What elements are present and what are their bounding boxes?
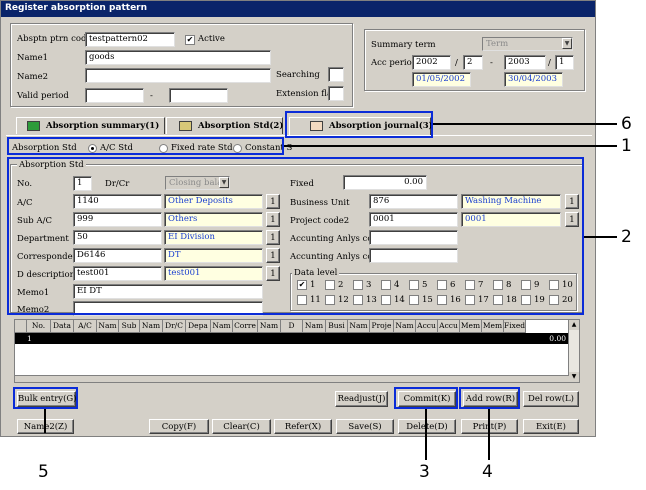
- scroll-down-icon[interactable]: ▼: [569, 372, 579, 382]
- tab-label: Absorption summary(1): [46, 121, 160, 131]
- highlight-commit: [394, 387, 458, 409]
- horizontal-scrollbar[interactable]: [15, 375, 569, 382]
- callout-line-6: [433, 123, 617, 125]
- chevron-down-icon[interactable]: ▼: [562, 38, 572, 49]
- grid-column-header[interactable]: Nam: [303, 320, 326, 333]
- callout-line-3: [425, 409, 427, 460]
- grid-column-header[interactable]: Busi: [326, 320, 348, 333]
- copy-button[interactable]: Copy(F): [149, 419, 209, 434]
- grid-corner: [15, 320, 27, 333]
- from-year-input[interactable]: 2002: [412, 55, 451, 70]
- callout-line-1: [284, 145, 617, 147]
- active-label: Active: [198, 34, 225, 44]
- grid-column-header[interactable]: Nam: [394, 320, 416, 333]
- grid-column-header[interactable]: No.: [27, 320, 51, 333]
- grid-column-header[interactable]: Corre: [233, 320, 258, 333]
- summary-term-select[interactable]: Term: [482, 37, 573, 51]
- grid-column-header[interactable]: Nam: [348, 320, 370, 333]
- callout-1: 1: [621, 136, 632, 156]
- table-row[interactable]: 1 0.00: [15, 333, 569, 344]
- scroll-up-icon[interactable]: ▲: [569, 320, 579, 330]
- callout-line-2: [584, 236, 617, 238]
- highlight-journal-tab: [285, 111, 433, 138]
- grid-column-header[interactable]: Mem: [460, 320, 482, 333]
- refer-button[interactable]: Refer(X): [274, 419, 332, 434]
- valid-sep: -: [150, 91, 153, 101]
- readjust-button[interactable]: Readjust(J): [335, 391, 388, 407]
- grid-column-header[interactable]: Data: [51, 320, 74, 333]
- row-fixed: 0.00: [549, 334, 566, 343]
- name1-label: Name1: [17, 53, 49, 63]
- period-sep: -: [490, 58, 493, 68]
- summary-term-label: Summary term: [371, 40, 436, 50]
- to-slash: /: [548, 58, 551, 68]
- vertical-scrollbar[interactable]: ▲ ▼: [568, 320, 579, 382]
- highlight-bulk-entry: [13, 387, 78, 409]
- grid-column-header[interactable]: A/C: [74, 320, 97, 333]
- from-date-display: 01/05/2002: [412, 72, 471, 87]
- grid-header: No. Data A/C Nam Sub Nam Dr/C Depa Nam Corre Nam D N…: [15, 320, 526, 333]
- book-icon: [27, 120, 40, 131]
- searching-input[interactable]: [328, 67, 344, 82]
- active-checkbox[interactable]: ✔: [185, 35, 195, 45]
- tab-absorption-summary[interactable]: Absorption summary(1): [16, 117, 165, 134]
- ptn-code-label: Absptn ptrn code: [17, 34, 92, 44]
- grid-column-header[interactable]: Nam: [140, 320, 163, 333]
- to-month-input[interactable]: 1: [555, 55, 574, 70]
- name1-input[interactable]: goods: [85, 50, 271, 65]
- callout-4: 4: [482, 462, 493, 482]
- searching-label: Searching: [276, 70, 320, 80]
- highlight-add-row: [459, 387, 520, 409]
- window-title: Register absorption pattern: [1, 1, 595, 17]
- save-button[interactable]: Save(S): [336, 419, 394, 434]
- delete-button[interactable]: Delete(D): [398, 419, 456, 434]
- grid-column-header[interactable]: Dr/C: [163, 320, 186, 333]
- from-month-input[interactable]: 2: [463, 55, 483, 70]
- tab-absorption-std[interactable]: Absorption Std(2): [166, 117, 283, 134]
- journal-grid[interactable]: No. Data A/C Nam Sub Nam Dr/C Depa Nam Corre Nam D N…: [14, 319, 580, 383]
- callout-6: 6: [621, 114, 632, 134]
- tab-label: Absorption Std(2): [198, 121, 284, 131]
- grid-column-header[interactable]: Nam: [97, 320, 119, 333]
- grid-column-header[interactable]: Fixed: [504, 320, 526, 333]
- valid-period-label: Valid period: [17, 91, 69, 101]
- from-slash: /: [455, 58, 458, 68]
- grid-column-header[interactable]: Accu: [438, 320, 460, 333]
- acc-period-label: Acc period: [371, 58, 418, 68]
- callout-line-4: [488, 409, 490, 460]
- grid-column-header[interactable]: Sub: [119, 320, 140, 333]
- exit-button[interactable]: Exit(E): [523, 419, 579, 434]
- del-row-button[interactable]: Del row(L): [523, 391, 579, 407]
- grid-column-header[interactable]: Nam: [258, 320, 281, 333]
- callout-line-5: [44, 409, 46, 433]
- grid-column-header[interactable]: Nam: [211, 320, 233, 333]
- callout-3: 3: [419, 462, 430, 482]
- to-year-input[interactable]: 2003: [504, 55, 546, 70]
- to-date-display: 30/04/2003: [504, 72, 563, 87]
- grid-column-header[interactable]: Proje: [370, 320, 394, 333]
- grid-column-header[interactable]: Mem: [482, 320, 504, 333]
- extension-flag-input[interactable]: [328, 86, 344, 101]
- grid-column-header[interactable]: Depa: [186, 320, 211, 333]
- highlight-std-group: [7, 157, 584, 315]
- row-no: 1: [27, 334, 32, 343]
- ptn-code-input[interactable]: testpattern02: [85, 32, 175, 47]
- clear-button[interactable]: Clear(C): [212, 419, 271, 434]
- grid-column-header[interactable]: D: [281, 320, 303, 333]
- valid-to-input[interactable]: [169, 88, 228, 103]
- highlight-std-options: [7, 137, 284, 155]
- callout-5: 5: [38, 462, 49, 482]
- grid-column-header[interactable]: Accu: [416, 320, 438, 333]
- ledger-icon: [179, 120, 192, 131]
- name2-input[interactable]: [85, 68, 271, 83]
- callout-2: 2: [621, 227, 632, 247]
- valid-from-input[interactable]: [85, 88, 144, 103]
- name2-label: Name2: [17, 72, 49, 82]
